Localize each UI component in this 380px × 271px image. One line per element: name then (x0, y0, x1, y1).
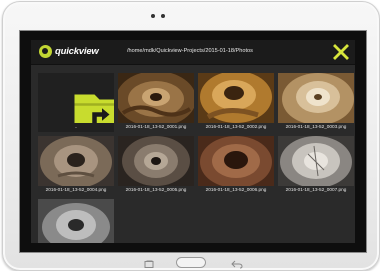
photo-tile[interactable]: 2016-01-18_13-52_0007.png (278, 136, 354, 195)
back-icon (231, 260, 243, 269)
photo-filename: 2016-01-18_13-52_0006.png (205, 187, 267, 192)
front-camera (151, 14, 155, 18)
photo-tile[interactable]: 2016-01-18_13-52_0005.png (118, 136, 194, 195)
folder-label: .. (74, 124, 78, 129)
folder-up-tile[interactable]: .. (38, 73, 114, 132)
home-icon (176, 257, 206, 268)
photo-filename: 2016-01-18_13-52_0001.png (125, 124, 187, 129)
photo-filename: 2016-01-18_13-52_0003.png (285, 124, 347, 129)
photo-thumbnail (118, 73, 194, 123)
photo-thumbnail (278, 73, 354, 123)
screen: quickview /home/mdk/Quickview-Projects/2… (19, 30, 367, 253)
photo-tile[interactable]: 2016-01-18_13-52_0006.png (198, 136, 274, 195)
photo-tile[interactable]: 2016-01-18_13-52_0002.png (198, 73, 274, 132)
photo-thumbnail (38, 136, 114, 186)
photo-tile[interactable] (38, 199, 114, 243)
top-bar: quickview /home/mdk/Quickview-Projects/2… (31, 40, 355, 65)
photo-grid: .. 2016-01-18_13-52_0001.png 2016-01-18_… (38, 73, 354, 243)
photo-thumbnail (278, 136, 354, 186)
sensor-dot (161, 14, 165, 18)
photo-tile[interactable]: 2016-01-18_13-52_0003.png (278, 73, 354, 132)
photo-tile[interactable]: 2016-01-18_13-52_0004.png (38, 136, 114, 195)
photo-thumbnail (38, 199, 114, 243)
photo-tile[interactable]: 2016-01-18_13-52_0001.png (118, 73, 194, 132)
device-navigation (3, 252, 379, 270)
tablet-frame: quickview /home/mdk/Quickview-Projects/2… (2, 1, 380, 271)
app-name: quickview (55, 46, 99, 57)
logo-mark-icon (39, 45, 52, 58)
photo-thumbnail (198, 73, 274, 123)
photo-filename: 2016-01-18_13-52_0004.png (45, 187, 107, 192)
photo-thumbnail (198, 136, 274, 186)
photo-filename: 2016-01-18_13-52_0002.png (205, 124, 267, 129)
close-x-icon (333, 44, 349, 60)
back-button[interactable] (231, 256, 243, 270)
folder-thumb (38, 73, 114, 123)
current-path: /home/mdk/Quickview-Projects/2015-01-18/… (127, 48, 253, 54)
photo-filename: 2016-01-18_13-52_0007.png (285, 187, 347, 192)
quickview-app: quickview /home/mdk/Quickview-Projects/2… (31, 40, 355, 243)
photo-filename: 2016-01-18_13-52_0005.png (125, 187, 187, 192)
app-logo: quickview (39, 45, 99, 58)
photo-thumbnail (118, 136, 194, 186)
recent-apps-icon (144, 260, 154, 268)
close-button[interactable] (332, 43, 350, 61)
home-button[interactable] (176, 255, 206, 270)
folder-up-icon (74, 94, 114, 123)
recent-apps-button[interactable] (144, 256, 154, 270)
